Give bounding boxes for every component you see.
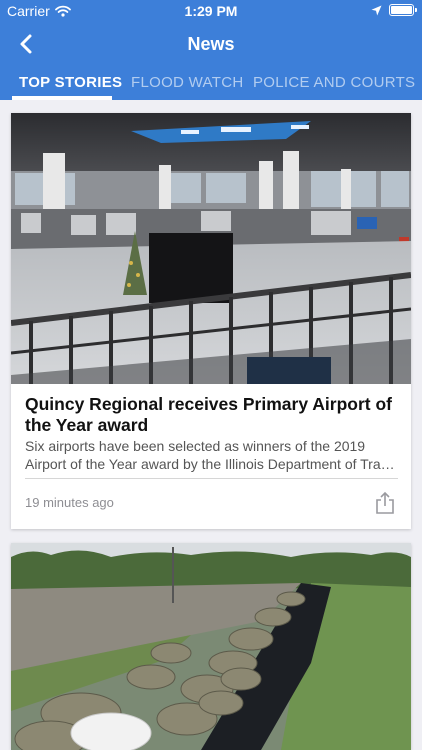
navigation-bar: News bbox=[0, 22, 422, 66]
app-header: Carrier 1:29 PM News TOP STORIES FLOOD W… bbox=[0, 0, 422, 100]
location-arrow-icon bbox=[371, 5, 382, 15]
battery-icon bbox=[389, 4, 417, 16]
story-image bbox=[11, 543, 411, 750]
share-icon bbox=[376, 491, 394, 514]
active-tab-indicator bbox=[12, 96, 112, 100]
section-tabs: TOP STORIES FLOOD WATCH POLICE AND COURT… bbox=[0, 66, 422, 100]
summary-line: Airport of the Year award by the Illinoi… bbox=[25, 456, 397, 472]
tab-police-and-courts[interactable]: POLICE AND COURTS bbox=[253, 74, 415, 91]
story-card[interactable] bbox=[11, 543, 411, 750]
tab-flood-watch[interactable]: FLOOD WATCH bbox=[131, 74, 243, 91]
story-card[interactable]: Quincy Regional receives Primary Airport… bbox=[11, 113, 411, 529]
tab-top-stories[interactable]: TOP STORIES bbox=[19, 74, 122, 91]
share-button[interactable] bbox=[371, 489, 399, 517]
status-bar: Carrier 1:29 PM bbox=[0, 0, 422, 22]
headline-line: Quincy Regional receives Primary Airport… bbox=[25, 394, 392, 414]
status-time: 1:29 PM bbox=[184, 3, 238, 19]
story-summary: Six airports have been selected as winne… bbox=[25, 437, 397, 473]
headline-line: the Year award bbox=[25, 415, 149, 435]
battery-level bbox=[391, 6, 412, 14]
story-timestamp: 19 minutes ago bbox=[25, 495, 114, 510]
card-divider bbox=[25, 478, 398, 479]
story-image bbox=[11, 113, 411, 384]
page-title: News bbox=[187, 34, 235, 54]
summary-line: Six airports have been selected as winne… bbox=[25, 438, 366, 454]
status-indicators bbox=[371, 4, 417, 16]
story-headline: Quincy Regional receives Primary Airport… bbox=[25, 394, 395, 436]
